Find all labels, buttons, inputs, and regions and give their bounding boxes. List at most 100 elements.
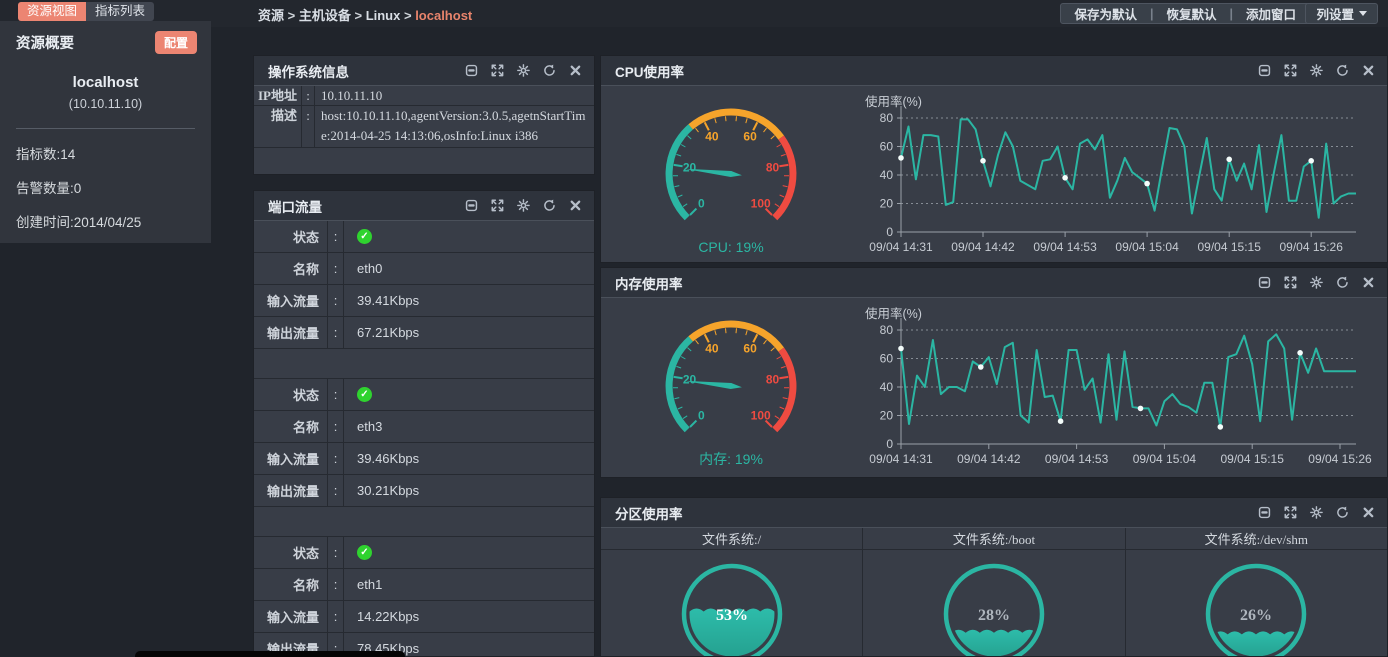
panel-header: 内存使用率: [601, 268, 1387, 298]
collapse-icon[interactable]: [465, 199, 478, 212]
close-icon[interactable]: [1362, 64, 1375, 77]
port-row-out: 输出流量:67.21Kbps: [254, 317, 594, 349]
partition-column-header: 文件系统:/boot: [863, 528, 1125, 550]
port-row-value: 30.21Kbps: [344, 475, 594, 506]
colon: :: [328, 317, 344, 348]
maximize-icon[interactable]: [1284, 64, 1297, 77]
gear-icon[interactable]: [1310, 506, 1323, 519]
resource-summary-card: 资源概要 配置 localhost (10.10.11.10) 指标数:14告警…: [0, 21, 211, 243]
svg-text:80: 80: [766, 372, 780, 386]
close-icon[interactable]: [569, 64, 582, 77]
gear-icon[interactable]: [517, 199, 530, 212]
refresh-icon[interactable]: [1336, 276, 1349, 289]
port-row-label: 状态: [254, 537, 328, 568]
port-row-label: 输入流量: [254, 285, 328, 316]
partition-gauge-cell: 26%: [1126, 550, 1387, 657]
svg-text:80: 80: [880, 323, 894, 337]
tab-resource-view[interactable]: 资源视图: [18, 2, 86, 21]
port-row-status: 状态:✓: [254, 221, 594, 253]
refresh-icon[interactable]: [1336, 506, 1349, 519]
collapse-icon[interactable]: [465, 64, 478, 77]
os-row-value: host:10.10.11.10,agentVersion:3.0.5,aget…: [315, 106, 594, 147]
partition-gauge-cell: 28%: [863, 550, 1125, 657]
port-row-value: eth0: [344, 253, 594, 284]
tab-metric-list[interactable]: 指标列表: [86, 2, 154, 21]
sidebar-stat: 告警数量:0: [16, 177, 195, 197]
svg-text:09/04 15:15: 09/04 15:15: [1220, 452, 1284, 466]
port-row-value: 39.46Kbps: [344, 443, 594, 474]
partition-column-header: 文件系统:/: [601, 528, 863, 550]
column-settings-button[interactable]: 列设置: [1305, 3, 1378, 24]
partition-gauge-cell: 53%: [601, 550, 863, 657]
cpu-panel-body: 020406080100CPU: 19% 使用率(%)02040608009/0…: [601, 86, 1387, 263]
port-row-label: 名称: [254, 411, 328, 442]
collapse-icon[interactable]: [1258, 506, 1271, 519]
svg-text:0: 0: [886, 225, 893, 239]
colon: :: [328, 537, 344, 568]
panel-icons: [1258, 64, 1375, 77]
panel-title: 端口流量: [268, 196, 322, 216]
refresh-icon[interactable]: [543, 199, 556, 212]
partition-column-header: 文件系统:/dev/shm: [1126, 528, 1387, 550]
maximize-icon[interactable]: [1284, 506, 1297, 519]
port-row-label: 状态: [254, 221, 328, 252]
breadcrumb-item[interactable]: localhost: [415, 8, 472, 23]
collapse-icon[interactable]: [1258, 64, 1271, 77]
svg-text:60: 60: [880, 352, 894, 366]
close-icon[interactable]: [1362, 276, 1375, 289]
svg-text:09/04 15:26: 09/04 15:26: [1279, 240, 1343, 254]
panel-title: 操作系统信息: [268, 61, 349, 81]
port-row-out: 输出流量:30.21Kbps: [254, 475, 594, 507]
svg-text:20: 20: [683, 372, 697, 386]
close-icon[interactable]: [1362, 506, 1375, 519]
port-traffic-table: 状态:✓名称:eth0输入流量:39.41Kbps输出流量:67.21Kbps状…: [254, 221, 594, 657]
close-icon[interactable]: [569, 199, 582, 212]
gear-icon[interactable]: [517, 64, 530, 77]
svg-text:09/04 14:53: 09/04 14:53: [1033, 240, 1097, 254]
colon: :: [328, 253, 344, 284]
maximize-icon[interactable]: [491, 64, 504, 77]
breadcrumb-separator: >: [400, 8, 415, 23]
view-tabs: 资源视图 指标列表: [18, 2, 154, 21]
action-button[interactable]: 恢复默认: [1153, 4, 1229, 23]
gear-icon[interactable]: [1310, 276, 1323, 289]
os-row-value: 10.10.11.10: [315, 86, 594, 105]
config-button[interactable]: 配置: [155, 31, 197, 54]
svg-text:53%: 53%: [716, 607, 748, 624]
panel-icons: [465, 64, 582, 77]
colon: :: [328, 475, 344, 506]
port-group-spacer: [254, 507, 594, 537]
collapse-icon[interactable]: [1258, 276, 1271, 289]
svg-text:40: 40: [880, 380, 894, 394]
mem-line-chart: 使用率(%)02040608009/04 14:3109/04 14:4209/…: [851, 302, 1376, 478]
action-button[interactable]: 添加窗口: [1233, 4, 1309, 23]
os-row-label: 描述: [254, 106, 302, 147]
action-button[interactable]: 保存为默认: [1061, 4, 1150, 23]
maximize-icon[interactable]: [1284, 276, 1297, 289]
svg-text:26%: 26%: [1240, 607, 1272, 624]
port-row-label: 输入流量: [254, 601, 328, 632]
maximize-icon[interactable]: [491, 199, 504, 212]
partition-headers: 文件系统:/文件系统:/boot文件系统:/dev/shm: [601, 528, 1387, 550]
cpu-line-chart: 使用率(%)02040608009/04 14:3109/04 14:4209/…: [851, 90, 1376, 263]
gear-icon[interactable]: [1310, 64, 1323, 77]
refresh-icon[interactable]: [543, 64, 556, 77]
svg-text:60: 60: [743, 342, 757, 356]
refresh-icon[interactable]: [1336, 64, 1349, 77]
panel-header: 分区使用率: [601, 498, 1387, 528]
colon: :: [328, 221, 344, 252]
svg-text:80: 80: [766, 160, 780, 174]
breadcrumb-item[interactable]: 主机设备: [299, 8, 351, 23]
svg-text:20: 20: [880, 409, 894, 423]
cpu-usage-panel: CPU使用率 020406080100CPU: 19% 使用率(%)020406…: [600, 55, 1388, 263]
port-row-name: 名称:eth1: [254, 569, 594, 601]
port-row-value: ✓: [344, 221, 594, 252]
breadcrumb-item[interactable]: Linux: [366, 8, 401, 23]
status-ok-icon: ✓: [357, 545, 372, 560]
colon: :: [302, 86, 315, 105]
svg-text:09/04 15:15: 09/04 15:15: [1197, 240, 1261, 254]
svg-text:0: 0: [886, 437, 893, 451]
panel-icons: [1258, 276, 1375, 289]
breadcrumb-item[interactable]: 资源: [258, 8, 284, 23]
colon: :: [302, 106, 315, 147]
